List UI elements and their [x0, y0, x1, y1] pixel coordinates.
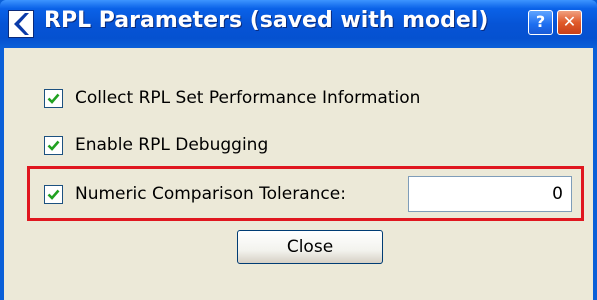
option-row-debugging: Enable RPL Debugging — [44, 133, 268, 157]
enable-debugging-checkbox[interactable] — [44, 135, 63, 155]
rpl-logo-icon — [8, 10, 34, 38]
window-title: RPL Parameters (saved with model) — [44, 8, 489, 33]
option-row-performance: Collect RPL Set Performance Information — [44, 86, 420, 110]
checkmark-icon — [47, 140, 60, 151]
checkmark-icon — [47, 93, 60, 104]
close-button[interactable]: Close — [237, 230, 383, 264]
collect-performance-label: Collect RPL Set Performance Information — [75, 88, 421, 108]
enable-debugging-label: Enable RPL Debugging — [75, 135, 269, 155]
collect-performance-checkbox[interactable] — [44, 88, 63, 108]
numeric-tolerance-checkbox[interactable] — [44, 184, 63, 204]
checkmark-icon — [47, 189, 60, 200]
help-button[interactable]: ? — [528, 10, 553, 35]
rpl-parameters-dialog: RPL Parameters (saved with model) ? ✕ Co… — [0, 0, 597, 300]
window-close-button[interactable]: ✕ — [557, 10, 582, 35]
numeric-tolerance-label: Numeric Comparison Tolerance: — [75, 184, 346, 204]
option-row-tolerance: Numeric Comparison Tolerance: — [44, 182, 346, 206]
title-bar[interactable]: RPL Parameters (saved with model) ? ✕ — [0, 0, 597, 48]
tolerance-input[interactable] — [408, 176, 572, 212]
